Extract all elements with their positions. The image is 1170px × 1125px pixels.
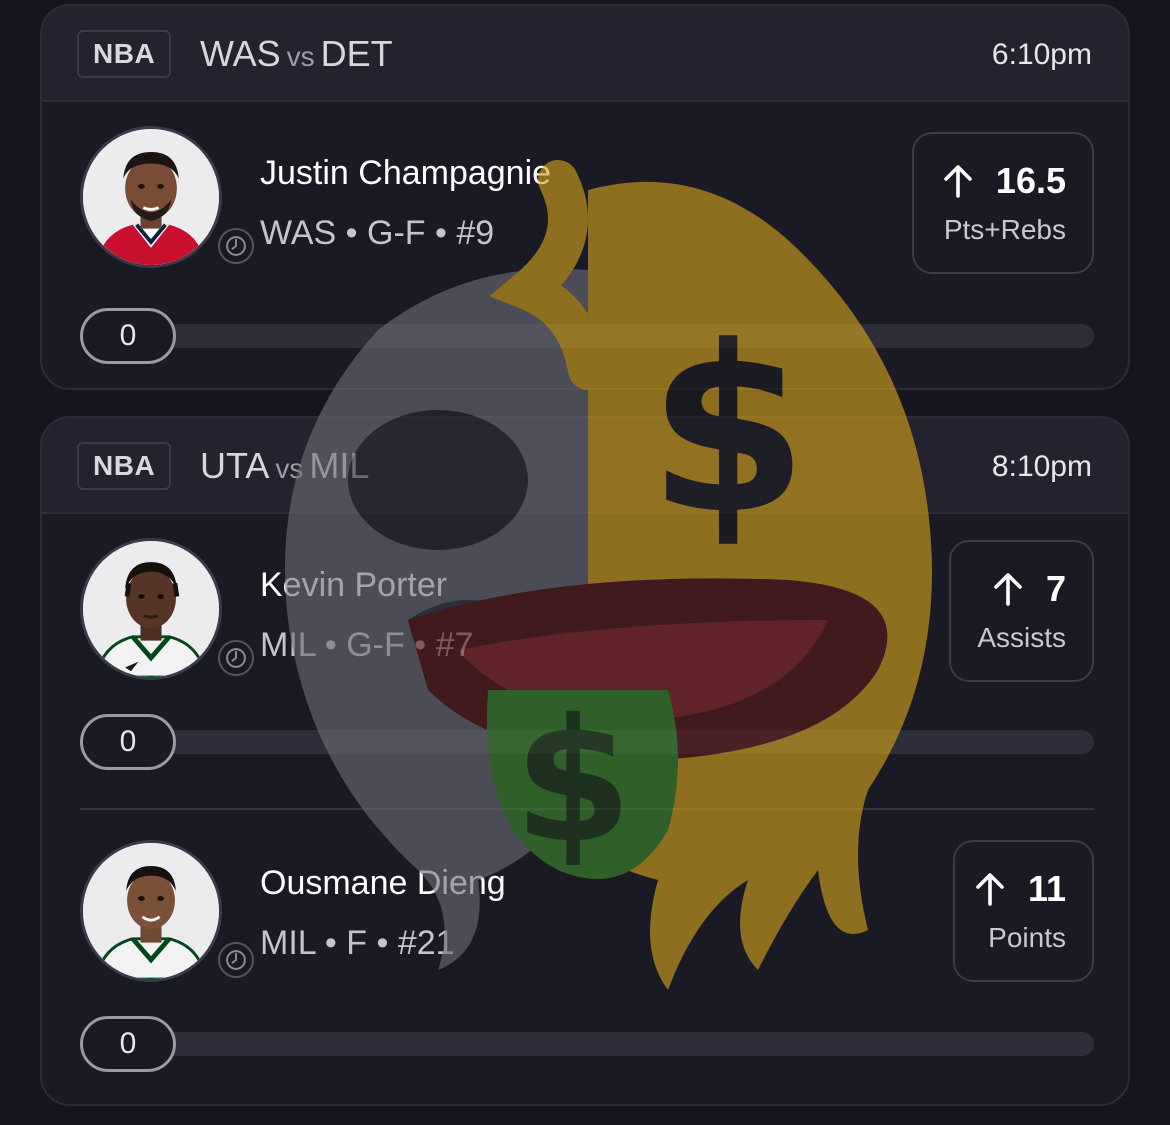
player-position: F: [346, 924, 368, 962]
projection-box[interactable]: 11 Points: [953, 840, 1094, 982]
progress-value: 0: [80, 714, 176, 770]
team-b: MIL: [309, 445, 370, 486]
clock-icon: [218, 228, 254, 264]
player-team: MIL: [260, 626, 316, 664]
player-position: G-F: [346, 626, 405, 664]
player-name: Ousmane Dieng: [260, 864, 506, 902]
player-meta: WAS • G-F • #9: [260, 214, 494, 253]
team-b: DET: [320, 33, 393, 74]
player-name: Justin Champagnie: [260, 154, 552, 192]
line-value: 16.5: [995, 160, 1066, 201]
player-row[interactable]: Ousmane Dieng MIL • F • #21 11 Points 0: [42, 816, 1128, 1104]
projection-box[interactable]: 16.5 Pts+Rebs: [912, 132, 1094, 274]
game-header: NBA WAS vs DET 6:10pm: [42, 6, 1128, 102]
meta-separator: •: [324, 924, 337, 962]
avatar: [80, 840, 222, 982]
game-card-was-det: NBA WAS vs DET 6:10pm Justin Champagnie …: [40, 4, 1130, 390]
game-header: NBA UTA vs MIL 8:10pm: [42, 418, 1128, 514]
player-number: #7: [435, 626, 474, 664]
projection-line: 11: [974, 868, 1066, 910]
arrow-up-icon: [976, 873, 1004, 906]
player-name: Kevin Porter: [260, 566, 448, 604]
game-card-uta-mil: NBA UTA vs MIL 8:10pm Kevin Porter MIL •…: [40, 416, 1130, 1106]
avatar: [80, 538, 222, 680]
clock-icon: [218, 640, 254, 676]
projection-box[interactable]: 7 Assists: [949, 540, 1094, 682]
player-number: #9: [456, 214, 495, 252]
meta-separator: •: [345, 214, 358, 252]
game-time: 6:10pm: [991, 38, 1092, 71]
meta-separator: •: [376, 924, 389, 962]
stat-type: Pts+Rebs: [943, 214, 1066, 245]
meta-separator: •: [324, 626, 337, 664]
player-row[interactable]: Kevin Porter MIL • G-F • #7 7 Assists 0: [42, 514, 1128, 804]
projection-line: 16.5: [942, 160, 1066, 202]
player-number: #21: [397, 924, 455, 962]
player-meta: MIL • F • #21: [260, 924, 455, 963]
player-team: WAS: [260, 214, 337, 252]
picks-page: NBA WAS vs DET 6:10pm Justin Champagnie …: [0, 0, 1170, 1125]
player-divider: [80, 808, 1094, 810]
player-photo: [83, 541, 219, 677]
matchup: WAS vs DET: [200, 34, 393, 77]
arrow-up-icon: [994, 573, 1022, 606]
team-a: UTA: [200, 445, 270, 486]
progress-value: 0: [80, 308, 176, 364]
team-a: WAS: [200, 33, 281, 74]
player-photo: [83, 129, 219, 265]
meta-separator: •: [414, 626, 427, 664]
matchup: UTA vs MIL: [200, 446, 369, 489]
progress-track: [80, 324, 1094, 348]
stat-type: Points: [988, 922, 1066, 953]
meta-separator: •: [435, 214, 447, 252]
player-position: G-F: [367, 214, 426, 252]
line-value: 11: [1027, 868, 1066, 909]
stat-type: Assists: [977, 622, 1066, 653]
game-time: 8:10pm: [991, 450, 1092, 483]
progress-track: [80, 1032, 1094, 1056]
avatar: [80, 126, 222, 268]
vs-label: vs: [275, 453, 304, 484]
player-photo: [83, 843, 219, 979]
progress-track: [80, 730, 1094, 754]
projection-line: 7: [992, 568, 1066, 610]
player-meta: MIL • G-F • #7: [260, 626, 473, 665]
player-team: MIL: [260, 924, 316, 962]
clock-icon: [218, 942, 254, 978]
league-badge: NBA: [77, 442, 172, 490]
progress-value: 0: [80, 1016, 176, 1072]
league-badge: NBA: [77, 30, 172, 78]
arrow-up-icon: [944, 165, 972, 198]
vs-label: vs: [286, 41, 315, 72]
player-row[interactable]: Justin Champagnie WAS • G-F • #9 16.5 Pt…: [42, 102, 1128, 388]
line-value: 7: [1045, 568, 1066, 609]
